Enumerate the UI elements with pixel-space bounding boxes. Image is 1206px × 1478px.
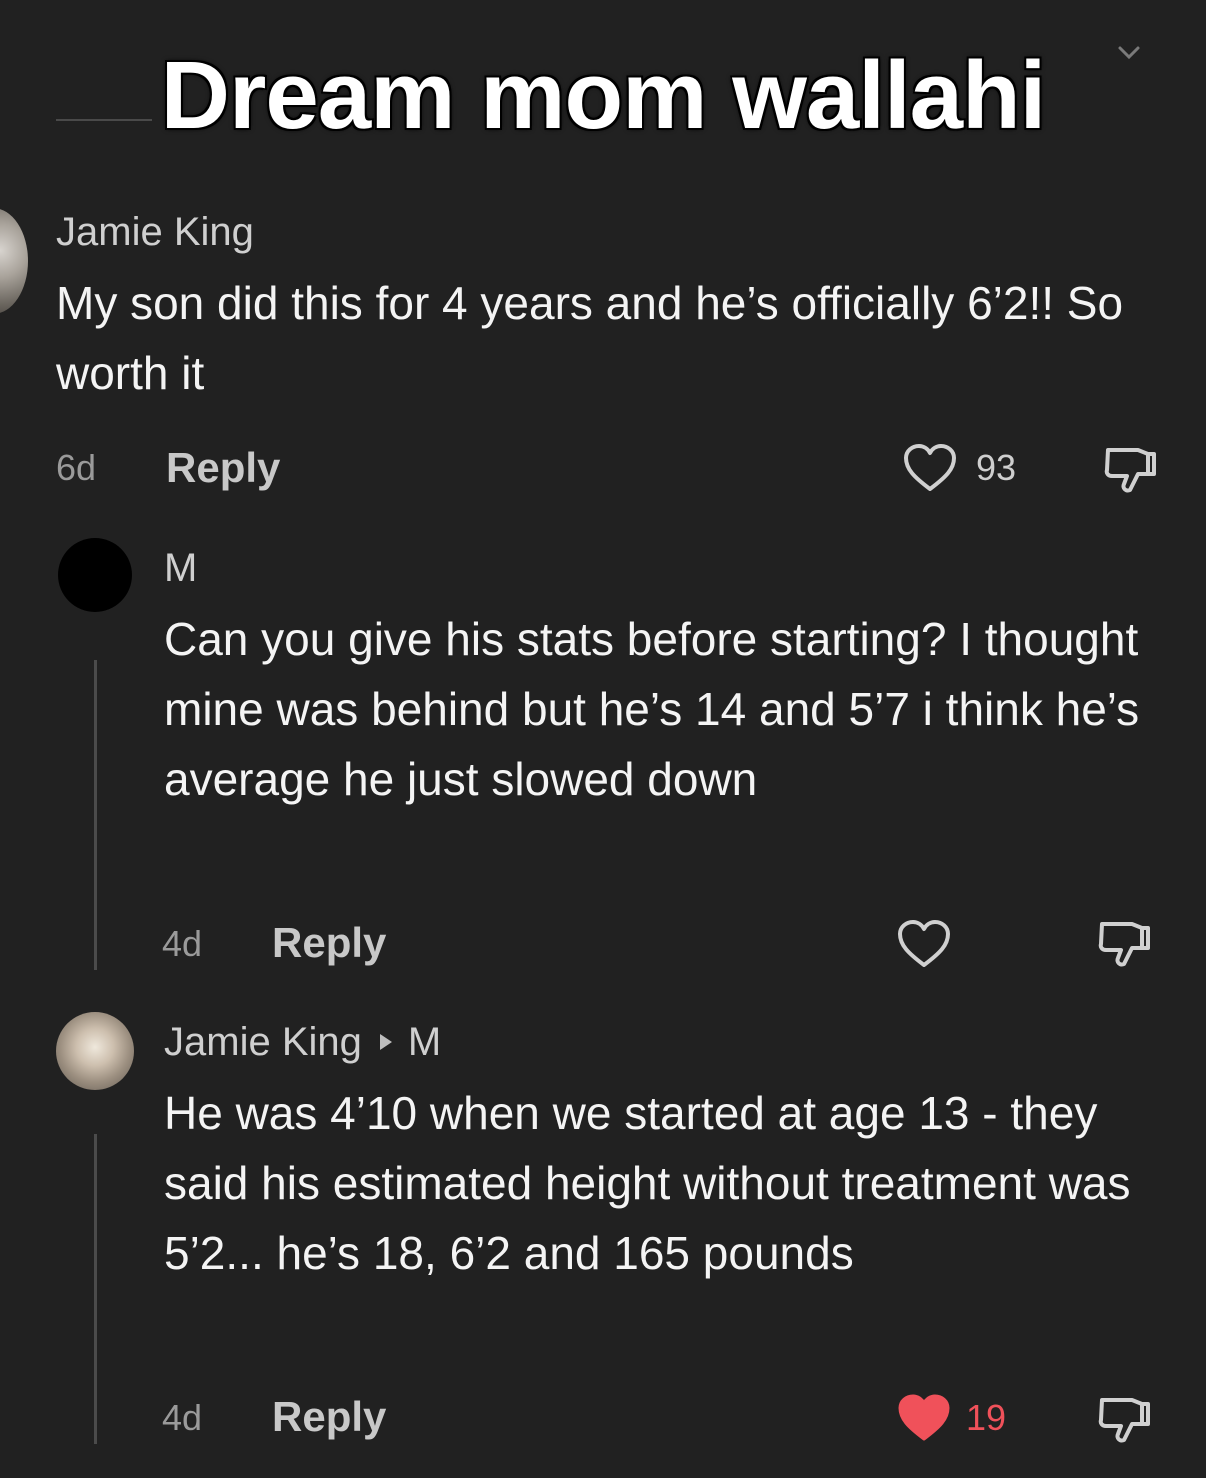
- comment-author[interactable]: Jamie King: [164, 1020, 362, 1064]
- thread-line: [94, 1134, 97, 1444]
- reply-to-username[interactable]: M: [408, 1020, 441, 1064]
- comment-username: Jamie King M: [164, 1020, 441, 1064]
- comment-text: My son did this for 4 years and he’s off…: [56, 277, 1124, 399]
- comment-text: Can you give his stats before starting? …: [164, 613, 1140, 805]
- reply-button[interactable]: Reply: [272, 1394, 386, 1440]
- dislike-icon[interactable]: [1100, 440, 1160, 498]
- heart-icon[interactable]: [896, 918, 952, 970]
- dislike-icon[interactable]: [1094, 914, 1154, 972]
- comment-username[interactable]: Jamie King: [56, 210, 254, 254]
- like-count: 93: [976, 447, 1017, 488]
- video-caption: Dream mom wallahi: [160, 42, 1047, 149]
- comment-timestamp: 6d: [56, 447, 97, 488]
- reply-button[interactable]: Reply: [166, 445, 280, 491]
- comment-text: He was 4’10 when we started at age 13 - …: [164, 1087, 1131, 1279]
- reply-to-arrow-icon: [379, 1034, 392, 1051]
- comment-username[interactable]: M: [164, 546, 197, 590]
- avatar[interactable]: [56, 1012, 134, 1090]
- heart-icon[interactable]: [902, 442, 958, 494]
- avatar[interactable]: [58, 538, 132, 612]
- dislike-icon[interactable]: [1094, 1390, 1154, 1448]
- thread-line: [94, 660, 97, 970]
- comment-timestamp: 4d: [162, 923, 203, 964]
- heart-filled-icon[interactable]: [896, 1392, 952, 1444]
- avatar[interactable]: [0, 208, 28, 314]
- comment-timestamp: 4d: [162, 1397, 203, 1438]
- reply-button[interactable]: Reply: [272, 920, 386, 966]
- like-count: 19: [966, 1397, 1007, 1438]
